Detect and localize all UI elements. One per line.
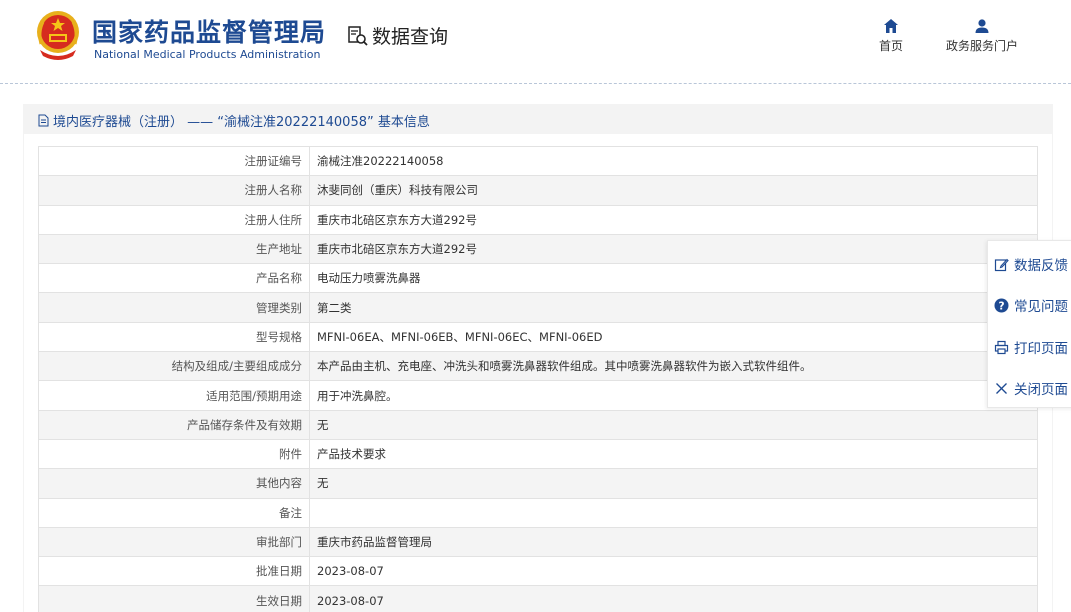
table-row: 批准日期 2023-08-07 xyxy=(38,556,1038,587)
row-label: 结构及组成/主要组成成分 xyxy=(38,351,310,382)
close-icon xyxy=(996,382,1007,394)
row-value: MFNI-06EA、MFNI-06EB、MFNI-06EC、MFNI-06ED xyxy=(309,321,1038,353)
table-row: 生产地址 重庆市北碚区京东方大道292号 xyxy=(38,233,1038,265)
row-value: 沐斐同创（重庆）科技有限公司 xyxy=(309,175,1038,206)
row-label: 产品名称 xyxy=(38,263,310,294)
table-row: 审批部门 重庆市药品监督管理局 xyxy=(38,526,1038,558)
row-label: 生效日期 xyxy=(38,585,310,612)
edit-icon xyxy=(994,258,1009,271)
row-value: 无 xyxy=(309,468,1038,499)
row-value: 第二类 xyxy=(309,292,1038,323)
row-label: 注册人名称 xyxy=(38,175,310,206)
row-value: 重庆市北碚区京东方大道292号 xyxy=(309,233,1038,265)
home-icon xyxy=(884,19,898,33)
data-feedback-button[interactable]: 数据反馈 xyxy=(994,254,1068,274)
document-icon xyxy=(38,114,49,127)
nav-portal-label: 政务服务门户 xyxy=(945,39,1018,53)
row-label: 审批部门 xyxy=(38,526,310,558)
row-label: 产品储存条件及有效期 xyxy=(38,409,310,440)
svg-text:?: ? xyxy=(998,300,1004,312)
search-document-icon xyxy=(348,25,368,46)
table-row: 注册证编号 渝械注准20222140058 xyxy=(38,145,1038,177)
row-value: 本产品由主机、充电座、冲洗头和喷雾洗鼻器软件组成。其中喷雾洗鼻器软件为嵌入式软件… xyxy=(309,351,1038,382)
row-value: 重庆市北碚区京东方大道292号 xyxy=(309,204,1038,235)
row-value: 产品技术要求 xyxy=(309,438,1038,470)
row-label: 其他内容 xyxy=(38,468,310,499)
table-row: 附件 产品技术要求 xyxy=(38,438,1038,470)
row-label: 注册证编号 xyxy=(38,145,310,177)
row-value xyxy=(309,497,1038,528)
row-label: 型号规格 xyxy=(38,321,310,353)
data-query-link[interactable]: 数据查询 xyxy=(347,22,448,49)
nav-home-label: 首页 xyxy=(878,39,903,53)
faq-button[interactable]: ? 常见问题 xyxy=(994,295,1068,315)
table-row: 备注 xyxy=(38,497,1038,528)
printer-icon xyxy=(994,340,1009,354)
row-value: 渝械注准20222140058 xyxy=(309,145,1038,177)
agency-name-cn: 国家药品监督管理局 xyxy=(92,18,327,47)
close-page-label: 关闭页面 xyxy=(1014,382,1068,398)
print-page-button[interactable]: 打印页面 xyxy=(994,337,1068,357)
data-query-label: 数据查询 xyxy=(372,26,449,48)
row-value: 2023-08-07 xyxy=(309,556,1038,587)
table-row: 适用范围/预期用途 用于冲洗鼻腔。 xyxy=(38,380,1038,411)
question-circle-icon: ? xyxy=(994,298,1009,312)
table-row: 其他内容无 xyxy=(38,468,1038,499)
user-icon xyxy=(975,19,989,33)
nav-home[interactable]: 首页 xyxy=(876,18,906,54)
table-row: 结构及组成/主要组成成分 本产品由主机、充电座、冲洗头和喷雾洗鼻器软件组成。其中喷… xyxy=(38,351,1038,382)
row-label: 注册人住所 xyxy=(38,204,310,235)
table-row: 生效日期 2023-08-07 xyxy=(38,585,1038,612)
registration-info-table: 注册证编号 渝械注准20222140058 注册人名称 沐斐同创（重庆）科技有限公司… xyxy=(38,145,1038,612)
row-value: 无 xyxy=(309,409,1038,440)
nav-service-portal[interactable]: 政务服务门户 xyxy=(942,18,1022,54)
row-label: 管理类别 xyxy=(38,292,310,323)
panel-title: 境内医疗器械（注册） —— “渝械注准20222140058” 基本信息 xyxy=(37,111,430,130)
row-label: 附件 xyxy=(38,438,310,470)
table-row: 注册人住所 重庆市北碚区京东方大道292号 xyxy=(38,204,1038,235)
table-row: 注册人名称 沐斐同创（重庆）科技有限公司 xyxy=(38,175,1038,206)
table-row: 产品储存条件及有效期无 xyxy=(38,409,1038,440)
table-row: 管理类别 第二类 xyxy=(38,292,1038,323)
close-page-button[interactable]: 关闭页面 xyxy=(994,378,1068,398)
data-feedback-label: 数据反馈 xyxy=(1014,258,1068,274)
row-value: 重庆市药品监督管理局 xyxy=(309,526,1038,558)
faq-label: 常见问题 xyxy=(1014,299,1068,315)
table-row: 型号规格 MFNI-06EA、MFNI-06EB、MFNI-06EC、MFNI-0… xyxy=(38,321,1038,353)
floating-toolbar: 数据反馈 ? 常见问题 打印页面 关闭页面 xyxy=(987,240,1071,408)
row-value: 2023-08-07 xyxy=(309,585,1038,612)
print-page-label: 打印页面 xyxy=(1014,341,1068,357)
row-label: 批准日期 xyxy=(38,556,310,587)
row-label: 生产地址 xyxy=(38,233,310,265)
panel-title-text: 境内医疗器械（注册） —— “渝械注准20222140058” 基本信息 xyxy=(53,115,430,130)
row-label: 适用范围/预期用途 xyxy=(38,380,310,411)
agency-name-en: National Medical Products Administration xyxy=(94,48,321,61)
table-row: 产品名称 电动压力喷雾洗鼻器 xyxy=(38,263,1038,294)
site-header: 国家药品监督管理局 National Medical Products Admi… xyxy=(0,0,1071,84)
row-value: 用于冲洗鼻腔。 xyxy=(309,380,1038,411)
row-label: 备注 xyxy=(38,497,310,528)
row-value: 电动压力喷雾洗鼻器 xyxy=(309,263,1038,294)
national-emblem-icon xyxy=(37,11,79,60)
